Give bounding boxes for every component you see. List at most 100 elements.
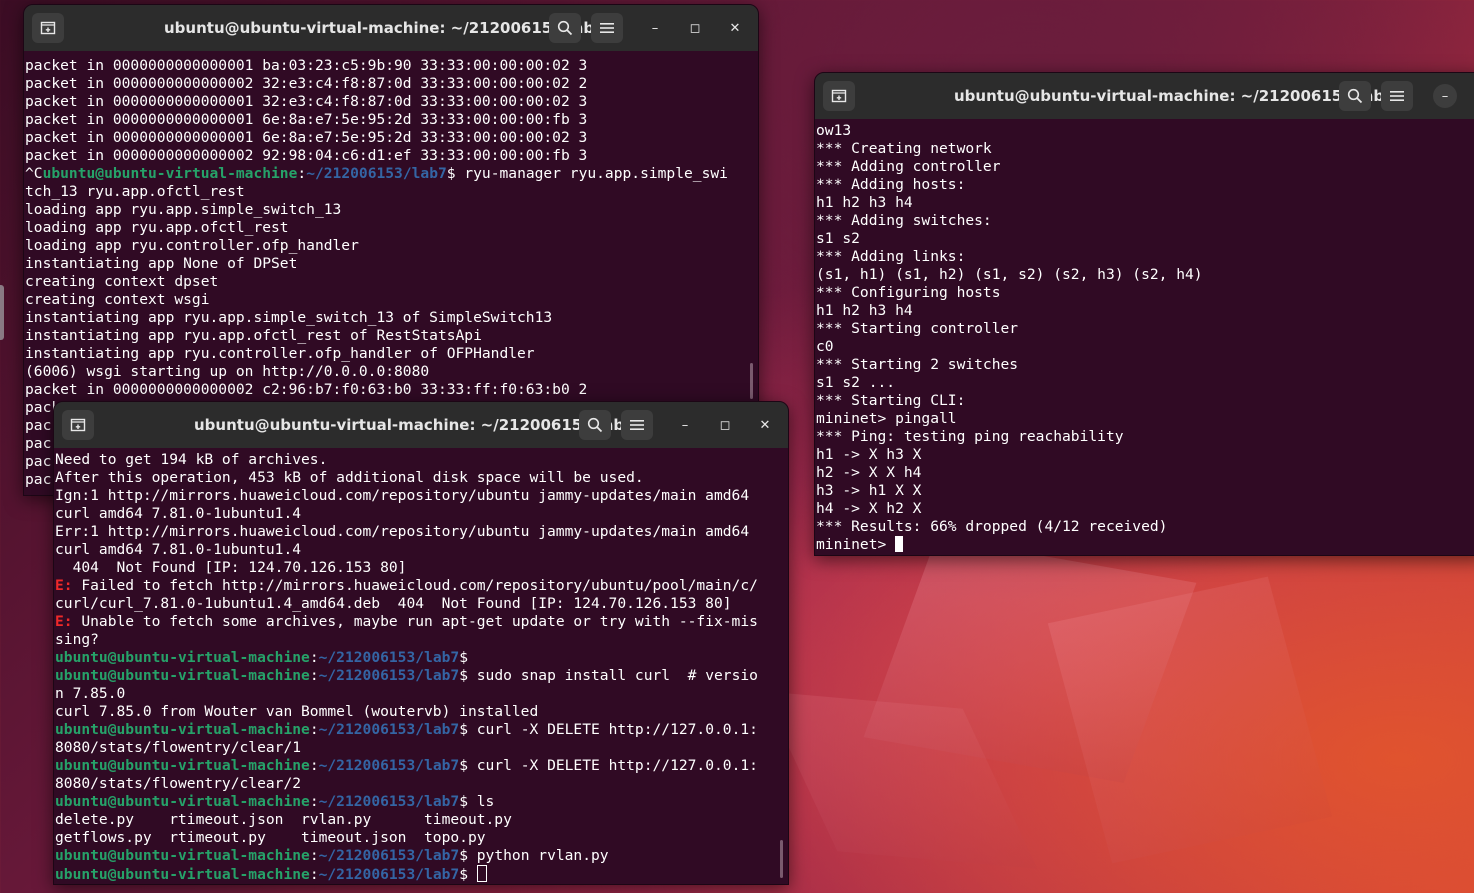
terminal-text: : [309, 866, 319, 883]
minimize-icon: – [681, 417, 689, 433]
menu-button[interactable] [1381, 81, 1413, 111]
scrollbar[interactable] [750, 363, 753, 399]
terminal-line: sing? [55, 631, 786, 649]
terminal-text: h4 -> X h2 X [816, 500, 922, 517]
minimize-icon: – [651, 20, 659, 36]
terminal-line: c0 [816, 338, 1474, 356]
prompt-path: ~/212006153/lab7 [318, 847, 460, 864]
titlebar[interactable]: ubuntu@ubuntu-virtual-machine: ~/2120061… [24, 5, 758, 51]
terminal-line: *** Adding switches: [816, 212, 1474, 230]
minimize-button[interactable]: – [1433, 84, 1457, 108]
terminal-text: loading app ryu.controller.ofp_handler [25, 237, 359, 254]
terminal-text: *** Starting 2 switches [816, 356, 1019, 373]
maximize-button[interactable]: ◻ [713, 413, 737, 437]
terminal-line: instantiating app ryu.app.ofctl_rest of … [25, 327, 756, 345]
terminal-text: *** Adding switches: [816, 212, 992, 229]
titlebar[interactable]: ubuntu@ubuntu-virtual-machine: ~/2120061… [815, 73, 1474, 119]
menu-button[interactable] [621, 410, 653, 440]
terminal-text: mininet> pingall [816, 410, 957, 427]
prompt-user: ubuntu@ubuntu-virtual-machine [55, 649, 310, 666]
terminal-line: (s1, h1) (s1, h2) (s1, s2) (s2, h3) (s2,… [816, 266, 1474, 284]
terminal-text: : [309, 721, 319, 738]
terminal-text: $ curl -X DELETE http://127.0.0.1: [459, 757, 758, 774]
terminal-text: : [309, 757, 319, 774]
wallpaper-facet [1047, 576, 1333, 864]
new-tab-button[interactable] [823, 81, 855, 111]
terminal-line: E: Failed to fetch http://mirrors.huawei… [55, 577, 786, 595]
terminal-text: : [297, 165, 307, 182]
search-button[interactable] [549, 13, 581, 43]
minimize-button[interactable]: – [643, 16, 667, 40]
terminal-line: tch_13 ryu.app.ofctl_rest [25, 183, 756, 201]
terminal-text: 8080/stats/flowentry/clear/1 [55, 739, 302, 756]
terminal-line: ubuntu@ubuntu-virtual-machine:~/21200615… [55, 847, 786, 865]
terminal-line: packet in 0000000000000002 32:e3:c4:f8:8… [25, 75, 756, 93]
terminal-line: loading app ryu.app.ofctl_rest [25, 219, 756, 237]
terminal-line: creating context dpset [25, 273, 756, 291]
terminal-line: *** Starting 2 switches [816, 356, 1474, 374]
terminal-text: $ python rvlan.py [459, 847, 609, 864]
terminal-line: mininet> [816, 536, 1474, 554]
terminal-window-apt[interactable]: ubuntu@ubuntu-virtual-machine: ~/2120061… [53, 401, 789, 885]
close-icon: ✕ [729, 20, 741, 36]
terminal-line: h2 -> X X h4 [816, 464, 1474, 482]
close-button[interactable]: ✕ [723, 16, 747, 40]
minimize-button[interactable]: – [673, 413, 697, 437]
search-icon [587, 417, 603, 433]
dock-edge[interactable] [0, 285, 4, 340]
terminal-text: packet in 0000000000000001 6e:8a:e7:5e:9… [25, 129, 588, 146]
new-tab-button[interactable] [62, 410, 94, 440]
new-tab-button[interactable] [32, 13, 64, 43]
close-button[interactable]: ✕ [753, 413, 777, 437]
terminal-text: n 7.85.0 [55, 685, 126, 702]
terminal-window-mininet[interactable]: ubuntu@ubuntu-virtual-machine: ~/2120061… [814, 72, 1474, 556]
terminal-line: *** Adding links: [816, 248, 1474, 266]
prompt-path: ~/212006153/lab7 [318, 667, 460, 684]
terminal-text: h1 h2 h3 h4 [816, 302, 913, 319]
terminal-text: packet in 0000000000000002 92:98:04:c6:d… [25, 147, 588, 164]
terminal-text: c0 [816, 338, 834, 355]
terminal-line: ^Cubuntu@ubuntu-virtual-machine:~/212006… [25, 165, 756, 183]
terminal-output[interactable]: ow13 *** Creating network *** Adding contr… [815, 119, 1474, 554]
terminal-line: h1 -> X h3 X [816, 446, 1474, 464]
titlebar[interactable]: ubuntu@ubuntu-virtual-machine: ~/2120061… [54, 402, 788, 448]
terminal-text: : [309, 667, 319, 684]
terminal-line: packet in 0000000000000001 6e:8a:e7:5e:9… [25, 111, 756, 129]
terminal-text: $ [459, 866, 477, 883]
maximize-button[interactable]: ◻ [683, 16, 707, 40]
terminal-text: Need to get 194 kB of archives. [55, 451, 328, 468]
close-icon: ✕ [759, 417, 771, 433]
terminal-line: After this operation, 453 kB of addition… [55, 469, 786, 487]
prompt-user: ubuntu@ubuntu-virtual-machine [55, 721, 310, 738]
text-cursor [476, 865, 487, 882]
terminal-line: packet in 0000000000000002 c2:96:b7:f0:6… [25, 381, 756, 399]
prompt-user: ubuntu@ubuntu-virtual-machine [55, 866, 310, 883]
search-button[interactable] [579, 410, 611, 440]
terminal-line: 8080/stats/flowentry/clear/1 [55, 739, 786, 757]
terminal-line: ubuntu@ubuntu-virtual-machine:~/21200615… [55, 649, 786, 667]
window-title: ubuntu@ubuntu-virtual-machine: ~/2120061… [164, 19, 605, 37]
terminal-text: *** Ping: testing ping reachability [816, 428, 1124, 445]
terminal-text: curl amd64 7.81.0-1ubuntu1.4 [55, 505, 302, 522]
terminal-text: sing? [55, 631, 99, 648]
error-label: E: [55, 613, 73, 630]
scrollbar[interactable] [780, 840, 783, 878]
prompt-path: ~/212006153/lab7 [318, 793, 460, 810]
terminal-text: pac [25, 453, 52, 470]
terminal-text: curl/curl_7.81.0-1ubuntu1.4_amd64.deb 40… [55, 595, 732, 612]
new-tab-icon [40, 21, 56, 35]
terminal-text: : [309, 847, 319, 864]
terminal-text: mininet> [816, 536, 896, 553]
terminal-line: *** Starting controller [816, 320, 1474, 338]
terminal-line: ubuntu@ubuntu-virtual-machine:~/21200615… [55, 793, 786, 811]
terminal-text: getflows.py rtimeout.py timeout.json top… [55, 829, 486, 846]
terminal-line: h4 -> X h2 X [816, 500, 1474, 518]
terminal-text: Unable to fetch some archives, maybe run… [72, 613, 758, 630]
terminal-line: h1 h2 h3 h4 [816, 194, 1474, 212]
terminal-text: instantiating app None of DPSet [25, 255, 298, 272]
terminal-output[interactable]: Need to get 194 kB of archives. After thi… [54, 448, 788, 883]
menu-button[interactable] [591, 13, 623, 43]
search-button[interactable] [1339, 81, 1371, 111]
terminal-line: *** Ping: testing ping reachability [816, 428, 1474, 446]
window-title: ubuntu@ubuntu-virtual-machine: ~/2120061… [194, 416, 635, 434]
